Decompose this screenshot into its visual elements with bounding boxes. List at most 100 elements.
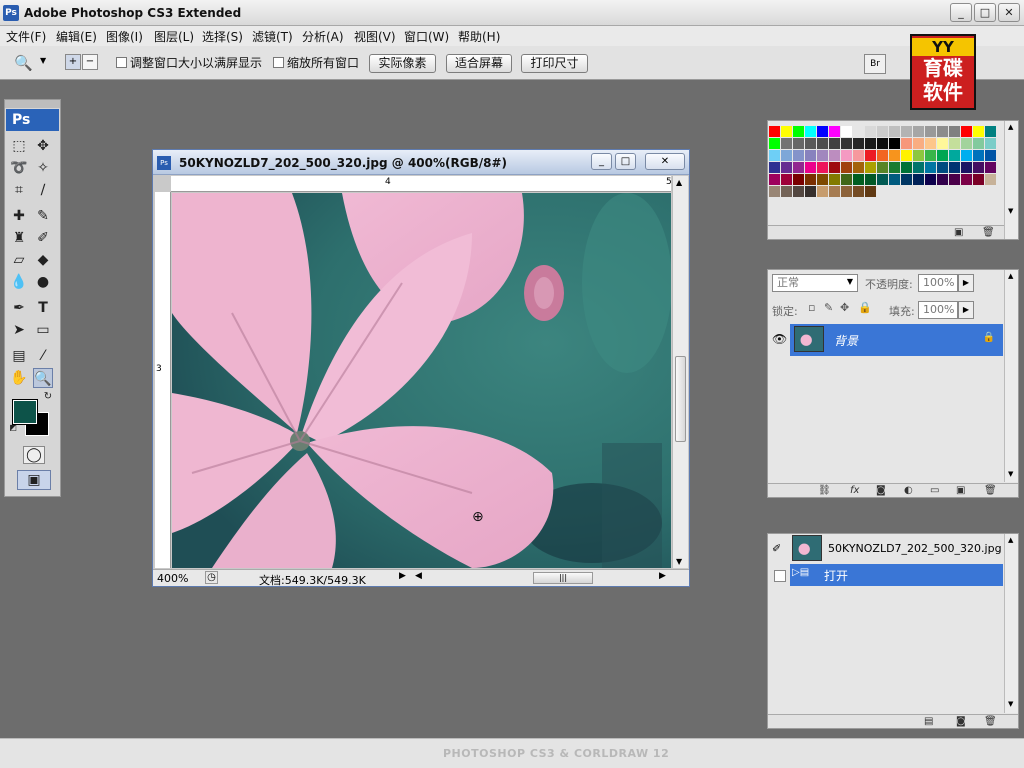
history-source-checkbox[interactable]	[774, 570, 786, 582]
swap-colors-icon[interactable]: ↻	[41, 390, 55, 404]
color-swatch[interactable]	[913, 162, 924, 173]
horizontal-scroll-thumb[interactable]: |||	[533, 572, 593, 584]
photoshop-logo[interactable]: Ps	[6, 109, 59, 131]
color-swatch[interactable]	[817, 150, 828, 161]
color-swatch[interactable]	[853, 174, 864, 185]
lasso-tool-icon[interactable]: ➰	[9, 158, 29, 178]
color-swatch[interactable]	[781, 138, 792, 149]
new-document-from-state-icon[interactable]: ▤	[924, 716, 933, 727]
lock-all-icon[interactable]: 🔒	[858, 301, 872, 314]
notes-tool-icon[interactable]: ▤	[9, 346, 29, 366]
snapshot-thumbnail[interactable]	[792, 535, 822, 561]
color-swatch[interactable]	[817, 162, 828, 173]
doc-minimize-button[interactable]: _	[591, 153, 612, 170]
blur-tool-icon[interactable]: 💧	[9, 272, 29, 292]
color-swatch[interactable]	[781, 174, 792, 185]
color-swatch[interactable]	[829, 150, 840, 161]
color-swatch[interactable]	[793, 126, 804, 137]
color-swatch[interactable]	[961, 138, 972, 149]
color-swatch[interactable]	[937, 174, 948, 185]
link-layers-icon[interactable]: ⛓	[818, 485, 831, 496]
menu-layer[interactable]: 图层(L)	[154, 28, 194, 45]
color-swatch[interactable]	[937, 126, 948, 137]
menu-filter[interactable]: 滤镜(T)	[252, 28, 293, 45]
color-swatch[interactable]	[769, 150, 780, 161]
foreground-color-swatch[interactable]	[12, 399, 38, 425]
color-swatch[interactable]	[865, 138, 876, 149]
menu-view[interactable]: 视图(V)	[354, 28, 396, 45]
history-brush-tool-icon[interactable]: ✐	[33, 228, 53, 248]
color-swatch[interactable]	[817, 138, 828, 149]
zoom-all-windows-checkbox[interactable]	[273, 57, 284, 68]
status-info-icon[interactable]: ◷	[205, 571, 218, 584]
color-swatch[interactable]	[901, 162, 912, 173]
hand-tool-icon[interactable]: ✋	[9, 368, 29, 388]
color-swatch[interactable]	[841, 126, 852, 137]
color-swatch[interactable]	[865, 150, 876, 161]
color-swatch[interactable]	[937, 138, 948, 149]
zoom-tool-icon[interactable]: 🔍	[33, 368, 53, 388]
color-swatch[interactable]	[817, 126, 828, 137]
lock-position-icon[interactable]: ✥	[840, 301, 849, 314]
zoom-level[interactable]: 400%	[157, 572, 188, 585]
paint-bucket-tool-icon[interactable]: ◆	[33, 250, 53, 270]
layer-style-fx-icon[interactable]: fx	[850, 485, 859, 496]
history-state-open[interactable]: ▷▤ 打开	[790, 564, 1003, 586]
color-swatch[interactable]	[973, 162, 984, 173]
color-swatch[interactable]	[853, 162, 864, 173]
new-swatch-icon[interactable]: ▣	[954, 227, 963, 238]
color-swatch[interactable]	[949, 174, 960, 185]
color-swatch[interactable]	[973, 138, 984, 149]
swatch-grid[interactable]	[769, 126, 999, 198]
color-swatch[interactable]	[985, 174, 996, 185]
layer-visibility-eye-icon[interactable]: 👁	[772, 332, 787, 346]
close-button[interactable]: ✕	[998, 3, 1020, 22]
color-swatch[interactable]	[961, 150, 972, 161]
color-swatch[interactable]	[841, 138, 852, 149]
delete-state-icon[interactable]: 🗑	[984, 716, 997, 727]
status-menu-arrow-icon[interactable]: ▶	[399, 571, 406, 581]
chevron-down-icon[interactable]: ▼	[842, 274, 858, 292]
chevron-down-icon[interactable]: ▼	[40, 56, 46, 65]
path-selection-tool-icon[interactable]: ➤	[9, 320, 29, 340]
color-swatch[interactable]	[877, 162, 888, 173]
menu-help[interactable]: 帮助(H)	[458, 28, 500, 45]
color-swatch[interactable]	[865, 162, 876, 173]
crop-tool-icon[interactable]: ⌗	[9, 180, 29, 200]
layer-mask-icon[interactable]: ◙	[876, 485, 886, 496]
color-swatch[interactable]	[925, 162, 936, 173]
doc-maximize-button[interactable]: □	[615, 153, 636, 170]
screen-mode-icon[interactable]: ▣	[17, 470, 51, 490]
pen-tool-icon[interactable]: ✒	[9, 298, 29, 318]
vertical-ruler[interactable]: 3	[155, 192, 171, 568]
image-canvas[interactable]: ⊕	[172, 193, 671, 568]
color-swatch[interactable]	[769, 186, 780, 197]
healing-brush-tool-icon[interactable]: ✚	[9, 206, 29, 226]
color-swatch[interactable]	[805, 126, 816, 137]
menu-file[interactable]: 文件(F)	[6, 28, 46, 45]
clone-stamp-tool-icon[interactable]: ♜	[9, 228, 29, 248]
color-swatch[interactable]	[985, 150, 996, 161]
new-group-icon[interactable]: ▭	[930, 485, 939, 496]
lock-pixels-icon[interactable]: ✎	[824, 301, 833, 314]
color-swatch[interactable]	[985, 162, 996, 173]
color-swatch[interactable]	[889, 150, 900, 161]
type-tool-icon[interactable]: T	[33, 298, 53, 318]
resize-windows-checkbox[interactable]	[116, 57, 127, 68]
color-swatch[interactable]	[793, 186, 804, 197]
dodge-tool-icon[interactable]: ●	[33, 272, 53, 292]
color-swatch[interactable]	[913, 138, 924, 149]
color-swatch[interactable]	[793, 150, 804, 161]
color-swatch[interactable]	[841, 150, 852, 161]
trash-icon[interactable]: 🗑	[982, 227, 995, 238]
history-brush-source-icon[interactable]: ✐	[772, 542, 781, 555]
eraser-tool-icon[interactable]: ▱	[9, 250, 29, 270]
color-swatch[interactable]	[805, 174, 816, 185]
color-swatch[interactable]	[925, 126, 936, 137]
zoom-in-icon[interactable]: +	[65, 54, 81, 70]
quick-mask-icon[interactable]: ◯	[23, 446, 45, 464]
eyedropper-tool-icon[interactable]: ⁄	[33, 346, 53, 366]
color-swatch[interactable]	[925, 150, 936, 161]
layer-name[interactable]: 背景	[834, 332, 858, 349]
adjustment-layer-icon[interactable]: ◐	[904, 485, 913, 496]
